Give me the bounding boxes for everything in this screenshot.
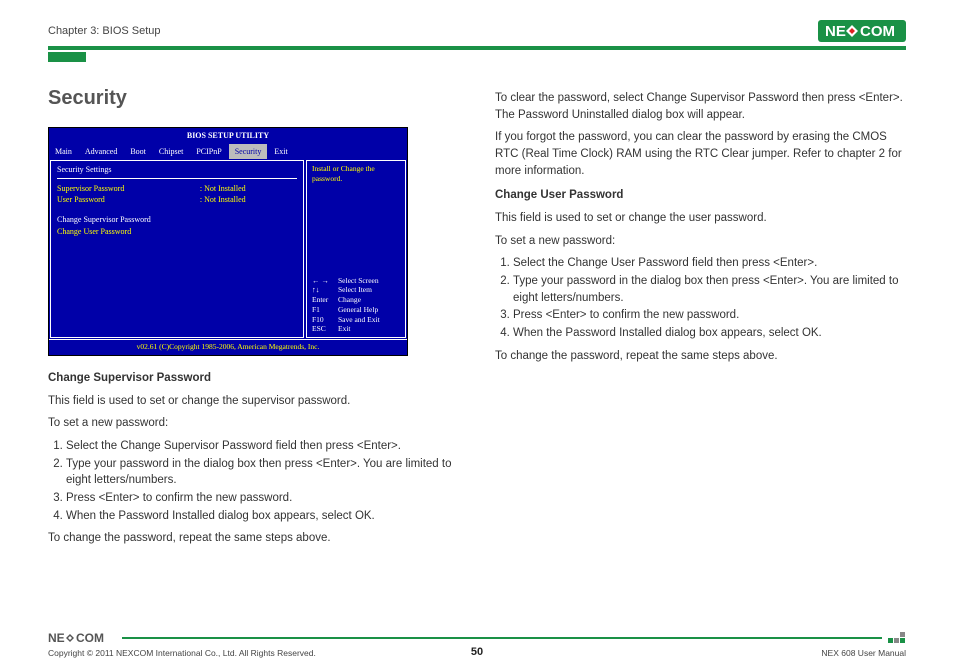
list-item: When the Password Installed dialog box a… — [66, 508, 459, 525]
svg-text:COM: COM — [860, 23, 895, 40]
ordered-list: Select the Change Supervisor Password fi… — [66, 438, 459, 524]
bios-hint: Install or Change the password. — [312, 164, 400, 184]
section-title: Security — [48, 84, 459, 113]
right-column: To clear the password, select Change Sup… — [495, 84, 906, 553]
bios-tab-boot: Boot — [124, 144, 153, 160]
bios-title: BIOS SETUP UTILITY — [49, 128, 407, 144]
bios-key: ↑↓ — [312, 285, 338, 295]
left-column: Security BIOS SETUP UTILITY Main Advance… — [48, 84, 459, 553]
page-number: 50 — [471, 646, 483, 658]
body-text: To change the password, repeat the same … — [48, 530, 459, 547]
svg-text:NE: NE — [825, 23, 846, 40]
bios-settings-head: Security Settings — [57, 164, 297, 176]
brand-logo-bottom: NE COM — [48, 631, 116, 645]
bios-key: Enter — [312, 295, 338, 305]
bios-tab-exit: Exit — [268, 144, 294, 160]
bios-key-desc: Save and Exit — [338, 315, 380, 325]
list-item: When the Password Installed dialog box a… — [513, 325, 906, 342]
list-item: Press <Enter> to confirm the new passwor… — [66, 490, 459, 507]
footer-squares-icon — [888, 631, 906, 645]
list-item: Type your password in the dialog box the… — [66, 456, 459, 489]
body-text: To set a new password: — [48, 415, 459, 432]
bios-key: F1 — [312, 305, 338, 315]
list-item: Select the Change User Password field th… — [513, 255, 906, 272]
bios-row-value: : Not Installed — [200, 183, 297, 195]
bios-row-value: : Not Installed — [200, 194, 297, 206]
bios-row-label: User Password — [57, 194, 200, 206]
list-item: Press <Enter> to confirm the new passwor… — [513, 307, 906, 324]
subhead-change-user: Change User Password — [495, 187, 906, 204]
footer-manual: NEX 608 User Manual — [821, 648, 906, 658]
svg-text:COM: COM — [76, 631, 104, 645]
bios-copyright: v02.61 (C)Copyright 1985-2006, American … — [49, 339, 407, 355]
svg-text:NE: NE — [48, 631, 65, 645]
bios-tab-advanced: Advanced — [79, 144, 124, 160]
ordered-list: Select the Change User Password field th… — [513, 255, 906, 341]
bios-key-desc: Select Item — [338, 285, 372, 295]
bios-tab-security: Security — [229, 144, 269, 160]
bios-tab-chipset: Chipset — [153, 144, 190, 160]
list-item: Select the Change Supervisor Password fi… — [66, 438, 459, 455]
body-text: To change the password, repeat the same … — [495, 348, 906, 365]
bios-key-desc: Change — [338, 295, 361, 305]
footer-rule — [122, 637, 882, 639]
bios-key-help: ← →Select Screen ↑↓Select Item EnterChan… — [312, 276, 400, 335]
bios-tab-main: Main — [49, 144, 79, 160]
subhead-change-supervisor: Change Supervisor Password — [48, 370, 459, 387]
bios-change-supervisor: Change Supervisor Password — [57, 214, 297, 226]
body-text: If you forgot the password, you can clea… — [495, 129, 906, 179]
bios-tabs: Main Advanced Boot Chipset PCIPnP Securi… — [49, 144, 407, 160]
page-tab-marker — [48, 52, 86, 62]
bios-key: F10 — [312, 315, 338, 325]
chapter-label: Chapter 3: BIOS Setup — [48, 25, 161, 37]
bios-key-desc: General Help — [338, 305, 378, 315]
bios-key-desc: Exit — [338, 324, 351, 334]
bios-key-desc: Select Screen — [338, 276, 379, 286]
list-item: Type your password in the dialog box the… — [513, 273, 906, 306]
bios-key: ← → — [312, 276, 338, 286]
bios-key: ESC — [312, 324, 338, 334]
body-text: To clear the password, select Change Sup… — [495, 90, 906, 123]
body-text: This field is used to set or change the … — [495, 210, 906, 227]
bios-row-label: Supervisor Password — [57, 183, 200, 195]
header-rule — [48, 46, 906, 50]
body-text: To set a new password: — [495, 233, 906, 250]
bios-change-user: Change User Password — [57, 226, 297, 238]
body-text: This field is used to set or change the … — [48, 393, 459, 410]
footer-copyright: Copyright © 2011 NEXCOM International Co… — [48, 648, 316, 658]
bios-tab-pcipnp: PCIPnP — [190, 144, 228, 160]
brand-logo-top: NE COM — [818, 20, 906, 42]
bios-screenshot: BIOS SETUP UTILITY Main Advanced Boot Ch… — [48, 127, 408, 356]
